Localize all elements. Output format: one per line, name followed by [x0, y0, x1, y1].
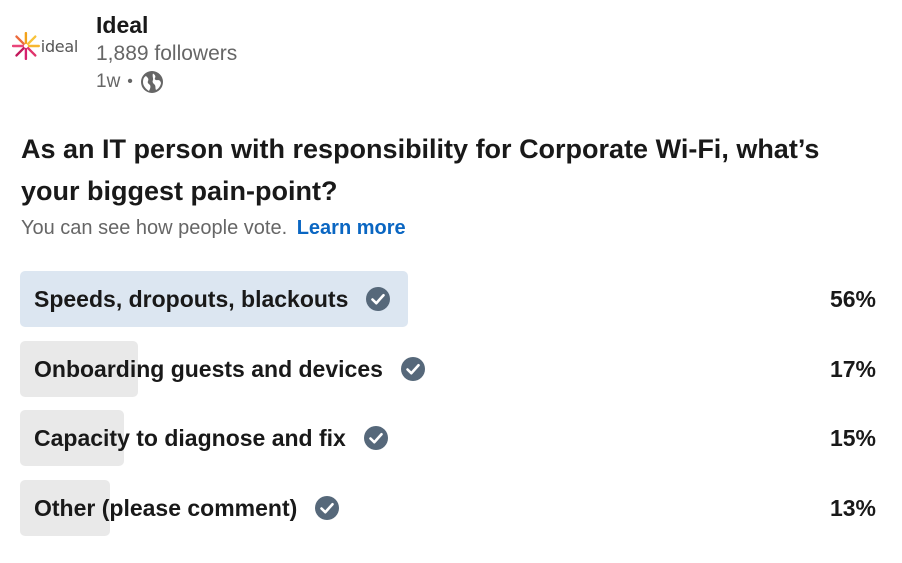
- poll-option[interactable]: Speeds, dropouts, blackouts 56%: [20, 271, 882, 327]
- poll-option-label: Speeds, dropouts, blackouts: [34, 285, 349, 312]
- poll-option-label: Capacity to diagnose and fix: [34, 424, 346, 451]
- poll-option[interactable]: Capacity to diagnose and fix 15%: [20, 410, 882, 466]
- logo-wordmark: ideal: [40, 36, 79, 56]
- globe-icon: [140, 71, 163, 93]
- check-circle-icon: [366, 287, 391, 311]
- poll-option-percent: 15%: [829, 425, 876, 451]
- check-circle-icon: [400, 357, 425, 381]
- poll-option-label: Onboarding guests and devices: [34, 355, 383, 382]
- company-logo[interactable]: ideal: [12, 24, 78, 68]
- post-header: ideal Ideal 1,889 followers 1w •: [12, 10, 237, 96]
- vote-visibility-note: You can see how people vote. Learn more: [21, 217, 406, 240]
- poll-option[interactable]: Other (please comment) 13%: [20, 480, 882, 536]
- post-time-row: 1w •: [96, 68, 237, 96]
- poll-option-percent: 13%: [829, 495, 876, 521]
- poll-question: As an IT person with responsibility for …: [21, 134, 820, 206]
- poll-option-percent: 56%: [829, 286, 876, 312]
- poll-option-percent: 17%: [829, 356, 876, 382]
- separator-dot: •: [127, 73, 133, 90]
- post-meta: Ideal 1,889 followers 1w •: [96, 10, 237, 96]
- starburst-icon: [12, 32, 40, 60]
- learn-more-link[interactable]: Learn more: [297, 217, 406, 239]
- check-circle-icon: [315, 496, 340, 520]
- check-circle-icon: [363, 426, 388, 450]
- org-name-link[interactable]: Ideal: [96, 10, 237, 40]
- poll-option[interactable]: Onboarding guests and devices 17%: [20, 341, 882, 397]
- vote-visibility-text: You can see how people vote.: [21, 217, 288, 239]
- poll-option-label: Other (please comment): [34, 494, 298, 521]
- poll-post: ideal Ideal 1,889 followers 1w • As an I…: [0, 0, 902, 563]
- follower-count: 1,889 followers: [96, 42, 238, 65]
- post-time: 1w: [96, 71, 121, 92]
